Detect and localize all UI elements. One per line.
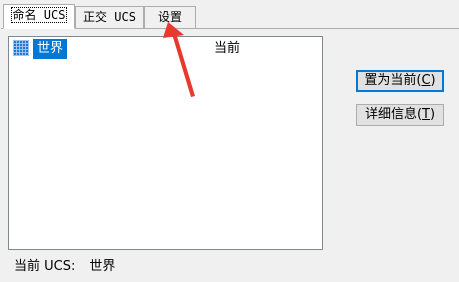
set-current-label: 置为当前 [364, 73, 417, 88]
tab-named-ucs[interactable]: 命名 UCS [3, 4, 75, 29]
current-ucs-label: 当前 UCS: [14, 259, 76, 274]
details-accel: T [422, 107, 430, 122]
ucs-list[interactable]: 世界 当前 [8, 36, 323, 250]
tab-named-ucs-label: 命名 UCS [10, 7, 68, 23]
ucs-name: 世界 [33, 39, 68, 59]
ucs-icon [13, 40, 29, 56]
tab-settings-label: 设置 [157, 10, 182, 24]
set-current-button[interactable]: 置为当前(C) [356, 70, 444, 92]
set-current-accel: C [421, 73, 431, 88]
current-ucs-value: 世界 [89, 259, 116, 274]
tab-orthographic-ucs-label: 正交 UCS [83, 10, 136, 24]
tab-orthographic-ucs[interactable]: 正交 UCS [75, 6, 144, 28]
current-ucs-status: 当前 UCS: 世界 [14, 258, 115, 276]
tab-settings[interactable]: 设置 [144, 6, 196, 28]
ucs-current-marker: 当前 [214, 41, 241, 56]
details-button[interactable]: 详细信息(T) [356, 104, 444, 126]
list-item[interactable]: 世界 当前 [9, 37, 322, 61]
details-label: 详细信息 [364, 107, 417, 122]
